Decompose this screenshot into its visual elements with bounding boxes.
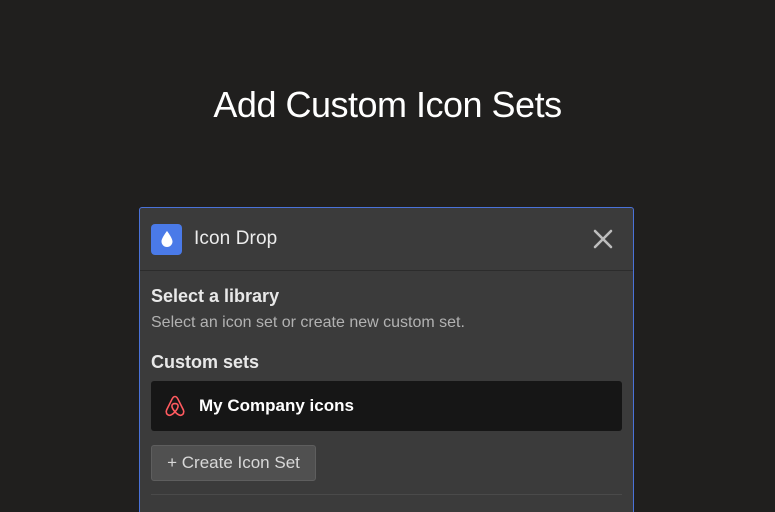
panel-header: Icon Drop (140, 208, 633, 271)
library-title: Select a library (151, 286, 280, 306)
custom-set-item[interactable]: My Company icons (151, 381, 622, 431)
app-name: Icon Drop (194, 228, 278, 249)
app-icon (151, 223, 182, 255)
water-drop-icon (161, 231, 172, 247)
custom-sets-title: Custom sets (151, 352, 260, 372)
close-button[interactable] (589, 225, 617, 253)
icon-drop-panel: Icon Drop Select a library Select an ico… (139, 207, 634, 512)
hero-title: Add Custom Icon Sets (213, 84, 562, 125)
custom-set-label: My Company icons (199, 396, 354, 415)
airbnb-logo-icon (163, 394, 187, 418)
panel-body: Select a library Select an icon set or c… (140, 286, 633, 495)
page: Add Custom Icon Sets Icon Drop Select a … (0, 0, 775, 512)
close-icon (593, 229, 613, 249)
create-icon-set-button[interactable]: + Create Icon Set (151, 445, 316, 481)
divider (151, 494, 622, 495)
library-subtitle: Select an icon set or create new custom … (151, 314, 465, 331)
